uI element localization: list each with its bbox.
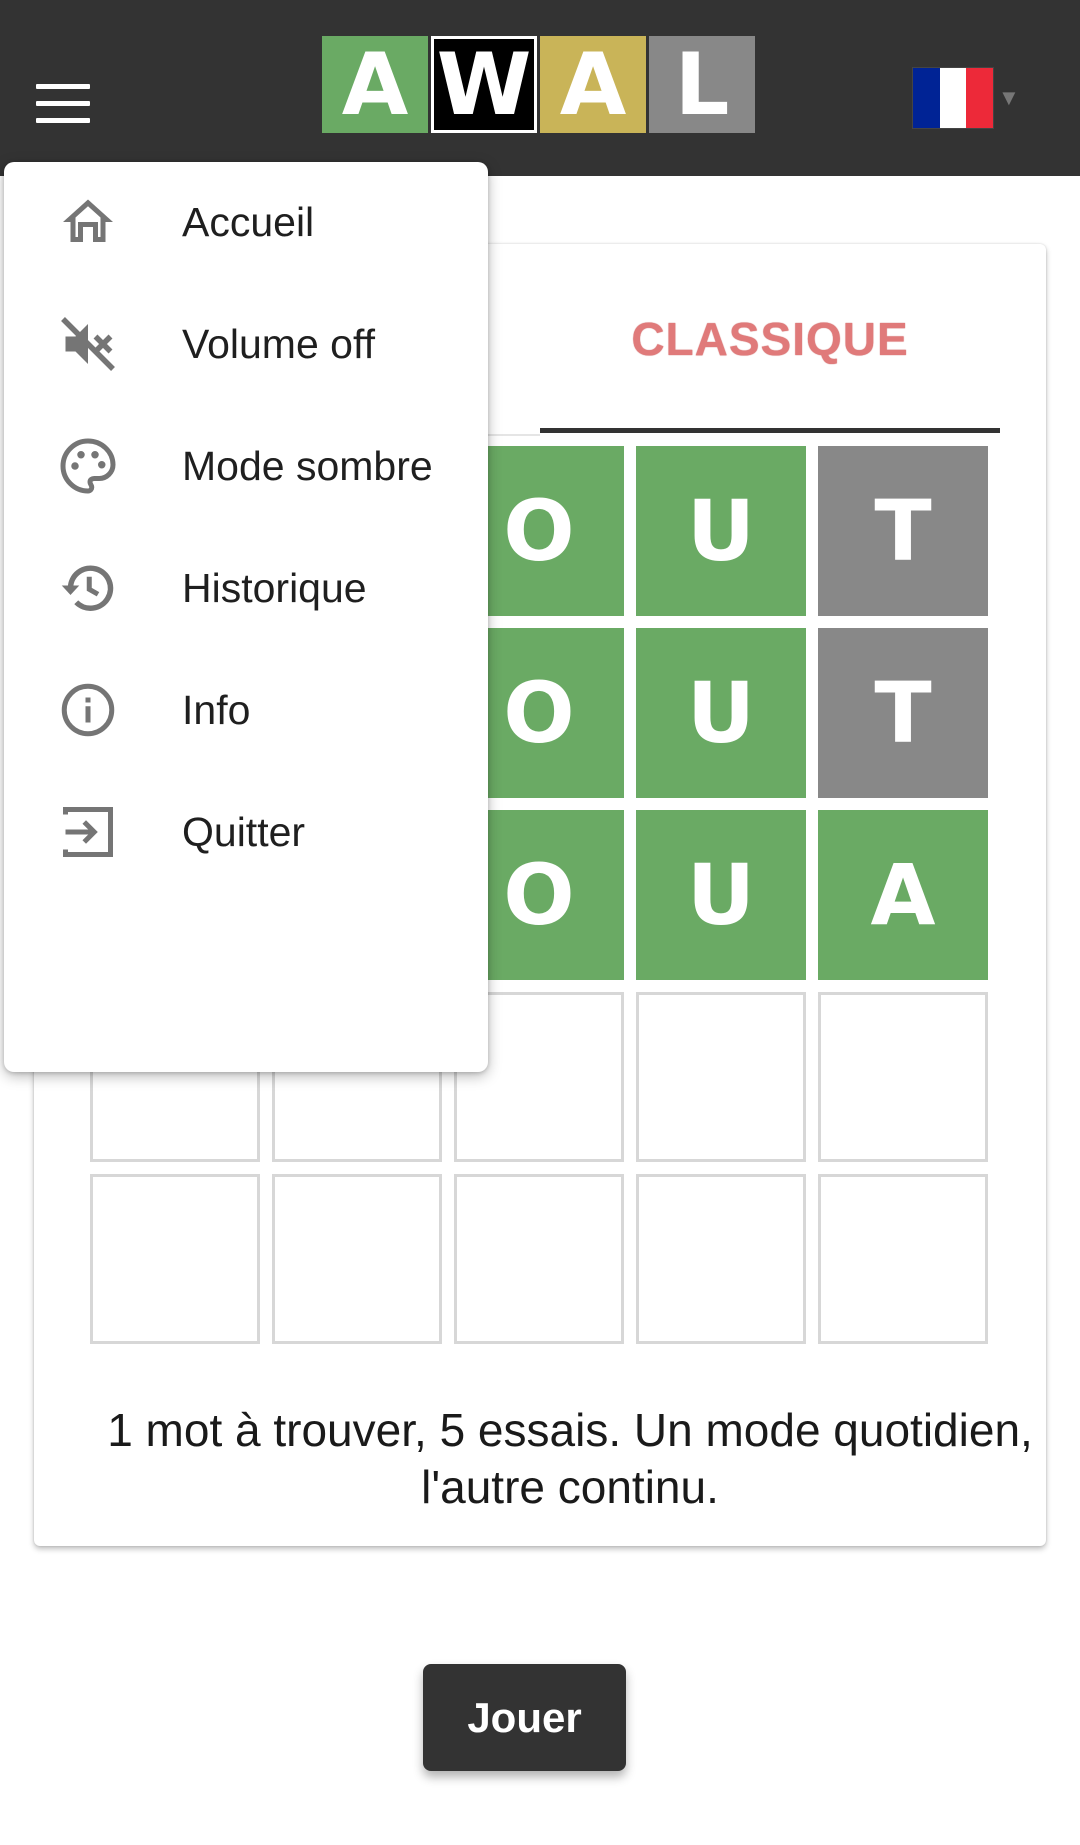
menu-item-accueil[interactable]: Accueil — [4, 162, 488, 282]
grid-cell — [636, 992, 806, 1162]
navigation-menu: Accueil Volume off Mode sombre Historiqu… — [4, 162, 488, 1072]
logo-tile: W — [431, 35, 537, 135]
grid-cell: U — [636, 446, 806, 616]
hamburger-menu-icon[interactable] — [36, 84, 90, 124]
logo-tile: A — [540, 35, 646, 135]
palette-icon — [56, 434, 120, 498]
menu-item-info[interactable]: Info — [4, 650, 488, 770]
volume-off-icon — [56, 312, 120, 376]
history-icon — [56, 556, 120, 620]
menu-item-label: Info — [182, 686, 251, 733]
menu-item-historique[interactable]: Historique — [4, 528, 488, 648]
top-app-bar: A W A L ▼ — [0, 0, 1080, 176]
grid-cell: T — [818, 628, 988, 798]
grid-cell — [818, 992, 988, 1162]
menu-item-label: Quitter — [182, 808, 306, 855]
jouer-button[interactable]: Jouer — [423, 1664, 626, 1771]
grid-cell: A — [818, 810, 988, 980]
menu-item-label: Volume off — [182, 320, 375, 367]
menu-item-mode-sombre[interactable]: Mode sombre — [4, 406, 488, 526]
grid-cell — [818, 1174, 988, 1344]
home-icon — [56, 190, 120, 254]
logo-tile: A — [322, 35, 428, 135]
grid-cell: U — [636, 628, 806, 798]
france-flag-icon — [912, 67, 994, 129]
menu-item-quitter[interactable]: Quitter — [4, 772, 488, 892]
grid-cell: T — [818, 446, 988, 616]
logo-tile: L — [649, 35, 755, 135]
grid-cell — [636, 1174, 806, 1344]
mode-description: 1 mot à trouver, 5 essais. Un mode quoti… — [107, 1404, 1033, 1513]
awal-logo: A W A L — [322, 35, 758, 135]
info-icon — [56, 678, 120, 742]
tab-classique[interactable]: CLASSIQUE — [540, 312, 1000, 365]
language-selector[interactable]: ▼ — [912, 66, 1020, 130]
menu-item-volume-off[interactable]: Volume off — [4, 284, 488, 404]
menu-item-label: Historique — [182, 564, 367, 611]
grid-cell: U — [636, 810, 806, 980]
caret-down-icon: ▼ — [998, 85, 1020, 110]
menu-item-label: Accueil — [182, 198, 315, 245]
exit-icon — [56, 800, 120, 864]
menu-item-label: Mode sombre — [182, 442, 433, 489]
grid-cell — [454, 1174, 624, 1344]
grid-cell — [272, 1174, 442, 1344]
tab-active-indicator — [540, 428, 1000, 433]
grid-cell — [90, 1174, 260, 1344]
